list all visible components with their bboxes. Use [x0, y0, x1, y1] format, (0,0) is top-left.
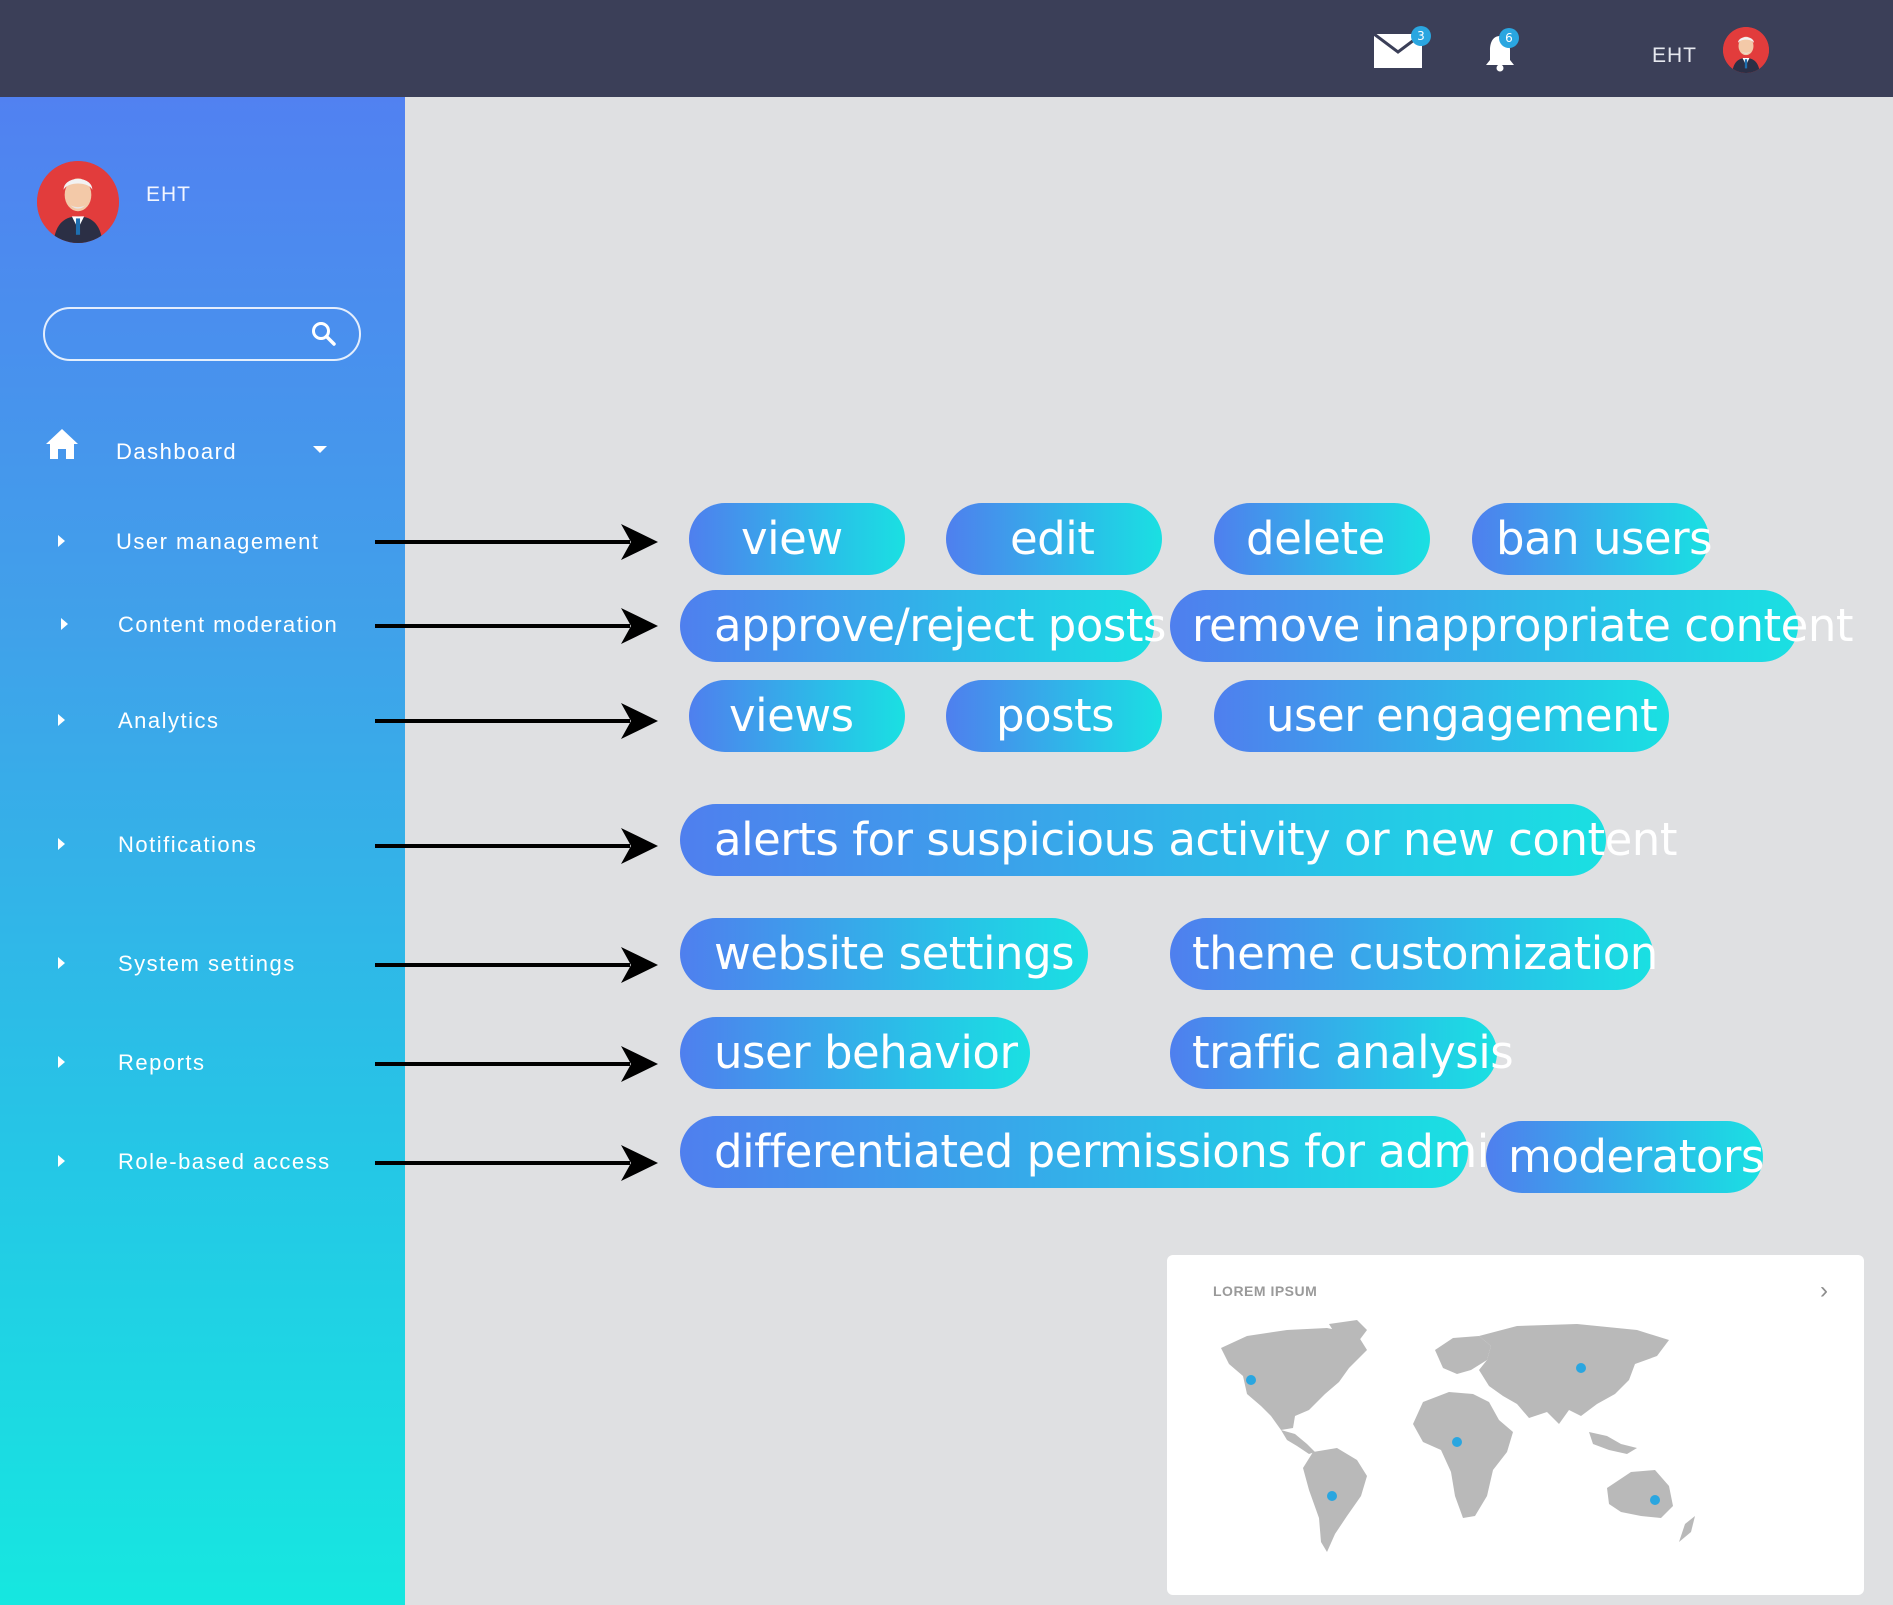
sidebar-item-label: System settings: [118, 951, 296, 976]
top-username: EHT: [1652, 44, 1697, 67]
sidebar-item-reports[interactable]: Reports: [0, 1042, 405, 1082]
sidebar-avatar[interactable]: [37, 161, 119, 243]
caret-right-icon: [58, 1056, 65, 1068]
sidebar-item-label: Notifications: [118, 832, 258, 857]
arrow-notifications: [375, 828, 658, 864]
sidebar-item-content-moderation[interactable]: Content moderation: [0, 604, 405, 644]
pill-posts[interactable]: posts: [946, 680, 1162, 752]
map-marker: [1452, 1437, 1462, 1447]
caret-right-icon: [58, 1155, 65, 1167]
chevron-right-icon[interactable]: ›: [1820, 1277, 1828, 1305]
caret-right-icon: [58, 714, 65, 726]
sidebar-item-label: Analytics: [118, 708, 220, 733]
world-map-icon: [1221, 1320, 1695, 1552]
pill-user-behavior[interactable]: user behavior: [680, 1017, 1030, 1089]
search-input[interactable]: [43, 307, 361, 361]
home-icon: [46, 429, 78, 459]
sidebar-item-label: Dashboard: [116, 439, 238, 464]
sidebar-item-label: Reports: [118, 1050, 206, 1075]
pill-website-settings[interactable]: website settings: [680, 918, 1088, 990]
pill-delete[interactable]: delete: [1214, 503, 1430, 575]
arrow-role-based-access: [375, 1145, 658, 1181]
pill-theme-customization[interactable]: theme customization: [1170, 918, 1658, 990]
chevron-down-icon[interactable]: [312, 445, 328, 455]
map-marker: [1650, 1495, 1660, 1505]
sidebar-item-label: Content moderation: [118, 612, 339, 637]
sidebar-item-label: Role-based access: [118, 1149, 331, 1174]
notifications-button[interactable]: 6: [1484, 28, 1520, 74]
sidebar-item-notifications[interactable]: Notifications: [0, 824, 405, 864]
sidebar-item-system-settings[interactable]: System settings: [0, 943, 405, 983]
arrow-analytics: [375, 703, 658, 739]
map-marker: [1576, 1363, 1586, 1373]
sidebar-item-analytics[interactable]: Analytics: [0, 700, 405, 740]
map-marker: [1246, 1375, 1256, 1385]
sidebar-item-role-based-access[interactable]: Role-based access: [0, 1141, 405, 1181]
mail-button[interactable]: 3: [1373, 26, 1431, 72]
search-icon[interactable]: [311, 321, 337, 347]
top-bar: 3 6 EHT: [0, 0, 1893, 97]
arrow-user-management: [375, 524, 658, 560]
sidebar-item-user-management[interactable]: User management: [0, 521, 405, 561]
pill-ban-users[interactable]: ban users: [1472, 503, 1713, 575]
arrow-reports: [375, 1046, 658, 1082]
sidebar-item-dashboard[interactable]: Dashboard: [0, 429, 405, 469]
pill-edit[interactable]: edit: [946, 503, 1162, 575]
pill-moderators[interactable]: moderators: [1486, 1121, 1764, 1193]
caret-right-icon: [61, 618, 68, 630]
arrow-content-moderation: [375, 608, 658, 644]
notification-count-badge: 6: [1499, 28, 1519, 48]
map-card-title: LOREM IPSUM: [1213, 1283, 1318, 1299]
pill-traffic-analysis[interactable]: traffic analysis: [1170, 1017, 1514, 1089]
avatar-icon: [1723, 27, 1769, 73]
sidebar-item-label: User management: [116, 529, 320, 554]
pill-alerts[interactable]: alerts for suspicious activity or new co…: [680, 804, 1677, 876]
caret-right-icon: [58, 957, 65, 969]
map-marker: [1327, 1491, 1337, 1501]
pill-remove-inappropriate-content[interactable]: remove inappropriate content: [1170, 590, 1854, 662]
sidebar: EHT Dashboard User management Content mo…: [0, 97, 405, 1605]
pill-views[interactable]: views: [689, 680, 905, 752]
avatar[interactable]: [1723, 27, 1769, 73]
pill-view[interactable]: view: [689, 503, 905, 575]
sidebar-username: EHT: [146, 183, 191, 206]
mail-count-badge: 3: [1411, 26, 1431, 46]
caret-right-icon: [58, 838, 65, 850]
map-card: LOREM IPSUM ›: [1167, 1255, 1864, 1595]
pill-user-engagement[interactable]: user engagement: [1214, 680, 1669, 752]
caret-right-icon: [58, 535, 65, 547]
avatar-icon: [37, 161, 119, 243]
pill-differentiated-permissions[interactable]: differentiated permissions for admins: [680, 1116, 1540, 1188]
arrow-system-settings: [375, 947, 658, 983]
pill-approve-reject-posts[interactable]: approve/reject posts: [680, 590, 1166, 662]
